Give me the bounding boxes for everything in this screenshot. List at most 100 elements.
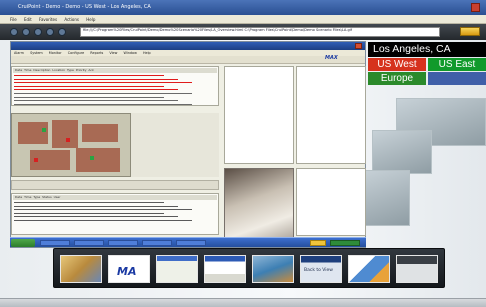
column-header[interactable]: Priority bbox=[76, 68, 87, 72]
app-menu-item[interactable]: Alarm bbox=[14, 51, 24, 55]
map-room bbox=[82, 124, 118, 142]
browser-icon[interactable]: Back to View bbox=[300, 255, 342, 283]
column-header[interactable]: Location bbox=[52, 68, 65, 72]
menu-edit[interactable]: Edit bbox=[24, 17, 32, 22]
taskbar-item[interactable] bbox=[142, 240, 172, 246]
table-row[interactable] bbox=[14, 93, 192, 94]
viewer-pane[interactable] bbox=[296, 66, 366, 164]
app-menu-item[interactable]: View bbox=[109, 51, 117, 55]
browser-menubar: File Edit Favorites Actions Help bbox=[0, 15, 486, 24]
map-marker-icon[interactable] bbox=[66, 138, 70, 142]
thumbnail-strip: MA Back to View bbox=[53, 248, 445, 288]
site-button-europe[interactable]: Europe bbox=[368, 72, 426, 85]
taskbar-item[interactable] bbox=[40, 240, 70, 246]
browser-toolbar: file:///C:/Program%20Files/CruiPoint/Dem… bbox=[0, 24, 486, 40]
table-row[interactable] bbox=[14, 85, 164, 87]
screen: CruiPoint - Demo - Demo - US West - Los … bbox=[0, 0, 486, 307]
camera-video[interactable] bbox=[224, 168, 294, 246]
photo-icon[interactable] bbox=[252, 255, 294, 283]
table-row[interactable] bbox=[14, 212, 164, 214]
table-row[interactable] bbox=[14, 89, 178, 91]
viewer-pane[interactable] bbox=[296, 168, 366, 236]
map-room bbox=[76, 148, 120, 172]
menu-favorites[interactable]: Favorites bbox=[39, 17, 57, 22]
column-header[interactable]: Time bbox=[24, 68, 31, 72]
app-toolbar[interactable] bbox=[11, 56, 365, 64]
tray-icon[interactable] bbox=[310, 240, 326, 246]
map-marker-icon[interactable] bbox=[34, 158, 38, 162]
stop-icon[interactable] bbox=[34, 28, 42, 36]
table-row[interactable] bbox=[14, 100, 178, 102]
map-room bbox=[18, 122, 48, 144]
taskbar-clock bbox=[330, 240, 360, 246]
viewer-pane[interactable] bbox=[224, 66, 294, 164]
table-row[interactable] bbox=[14, 209, 192, 211]
thumbnail-label: MA bbox=[117, 265, 137, 278]
refresh-icon[interactable] bbox=[46, 28, 54, 36]
dialog-icon[interactable] bbox=[204, 255, 246, 283]
table-row[interactable] bbox=[14, 205, 178, 207]
window-title: CruiPoint - Demo - Demo - US West - Los … bbox=[18, 4, 151, 10]
app-close-icon[interactable] bbox=[355, 43, 362, 49]
forward-icon[interactable] bbox=[22, 28, 30, 36]
home-icon[interactable] bbox=[58, 28, 66, 36]
map-icon[interactable] bbox=[60, 255, 102, 283]
window-titlebar: CruiPoint - Demo - Demo - US West - Los … bbox=[0, 0, 486, 15]
location-title: Los Angeles, CA bbox=[368, 42, 486, 57]
app-menu-item[interactable]: Configure bbox=[68, 51, 84, 55]
menu-actions[interactable]: Actions bbox=[64, 17, 79, 22]
gallery-icon[interactable] bbox=[396, 255, 438, 283]
chart-icon[interactable] bbox=[348, 255, 390, 283]
app-menu-item[interactable]: System bbox=[30, 51, 43, 55]
app-menu-item[interactable]: Help bbox=[143, 51, 151, 55]
thumbnail-label: Back to View bbox=[304, 268, 333, 273]
max-logo-icon[interactable]: MA bbox=[108, 255, 150, 283]
map-toolbar[interactable] bbox=[11, 180, 219, 190]
table-row[interactable] bbox=[14, 216, 178, 218]
event-grid-header: Date Time Type Status User bbox=[13, 195, 217, 200]
map-marker-icon[interactable] bbox=[90, 156, 94, 160]
taskbar-item[interactable] bbox=[74, 240, 104, 246]
alarm-grid[interactable]: Date Time Description Location Type Prio… bbox=[11, 66, 219, 106]
taskbar-item[interactable] bbox=[176, 240, 206, 246]
event-grid[interactable]: Date Time Type Status User bbox=[11, 193, 219, 235]
app-menu-item[interactable]: Window bbox=[124, 51, 137, 55]
site-button-us-west[interactable]: US West bbox=[368, 58, 426, 71]
menu-file[interactable]: File bbox=[10, 17, 17, 22]
column-header[interactable]: Time bbox=[24, 195, 31, 199]
window-icon[interactable] bbox=[156, 255, 198, 283]
map-marker-icon[interactable] bbox=[42, 128, 46, 132]
column-header[interactable]: Type bbox=[67, 68, 74, 72]
table-row[interactable] bbox=[14, 78, 178, 80]
column-header[interactable]: Type bbox=[33, 195, 40, 199]
app-menu-item[interactable]: Reports bbox=[90, 51, 103, 55]
app-titlebar bbox=[11, 42, 365, 50]
table-row[interactable] bbox=[14, 103, 192, 105]
start-button[interactable] bbox=[11, 239, 35, 247]
glass-panel bbox=[360, 170, 410, 226]
app-logo: MAX bbox=[325, 55, 338, 61]
column-header[interactable]: Date bbox=[15, 68, 22, 72]
column-header[interactable]: Ack bbox=[88, 68, 93, 72]
table-row[interactable] bbox=[14, 220, 192, 221]
bottom-status-bar bbox=[0, 298, 486, 307]
column-header[interactable]: Status bbox=[42, 195, 52, 199]
site-button-other[interactable] bbox=[428, 72, 486, 85]
site-button-us-east[interactable]: US East bbox=[428, 58, 486, 71]
column-header[interactable]: User bbox=[54, 195, 61, 199]
glass-panel bbox=[372, 130, 432, 174]
back-icon[interactable] bbox=[10, 28, 18, 36]
address-bar[interactable]: file:///C:/Program%20Files/CruiPoint/Dem… bbox=[80, 27, 440, 37]
table-row[interactable] bbox=[14, 202, 164, 203]
table-row[interactable] bbox=[14, 96, 164, 98]
taskbar-item[interactable] bbox=[108, 240, 138, 246]
app-menu-item[interactable]: Monitor bbox=[49, 51, 62, 55]
go-button[interactable] bbox=[460, 27, 480, 36]
table-row[interactable] bbox=[14, 75, 164, 76]
menu-help[interactable]: Help bbox=[86, 17, 95, 22]
table-row[interactable] bbox=[14, 82, 192, 84]
column-header[interactable]: Date bbox=[15, 195, 22, 199]
close-icon[interactable] bbox=[471, 3, 480, 12]
column-header[interactable]: Description bbox=[33, 68, 50, 72]
floor-plan-map[interactable] bbox=[11, 113, 131, 177]
